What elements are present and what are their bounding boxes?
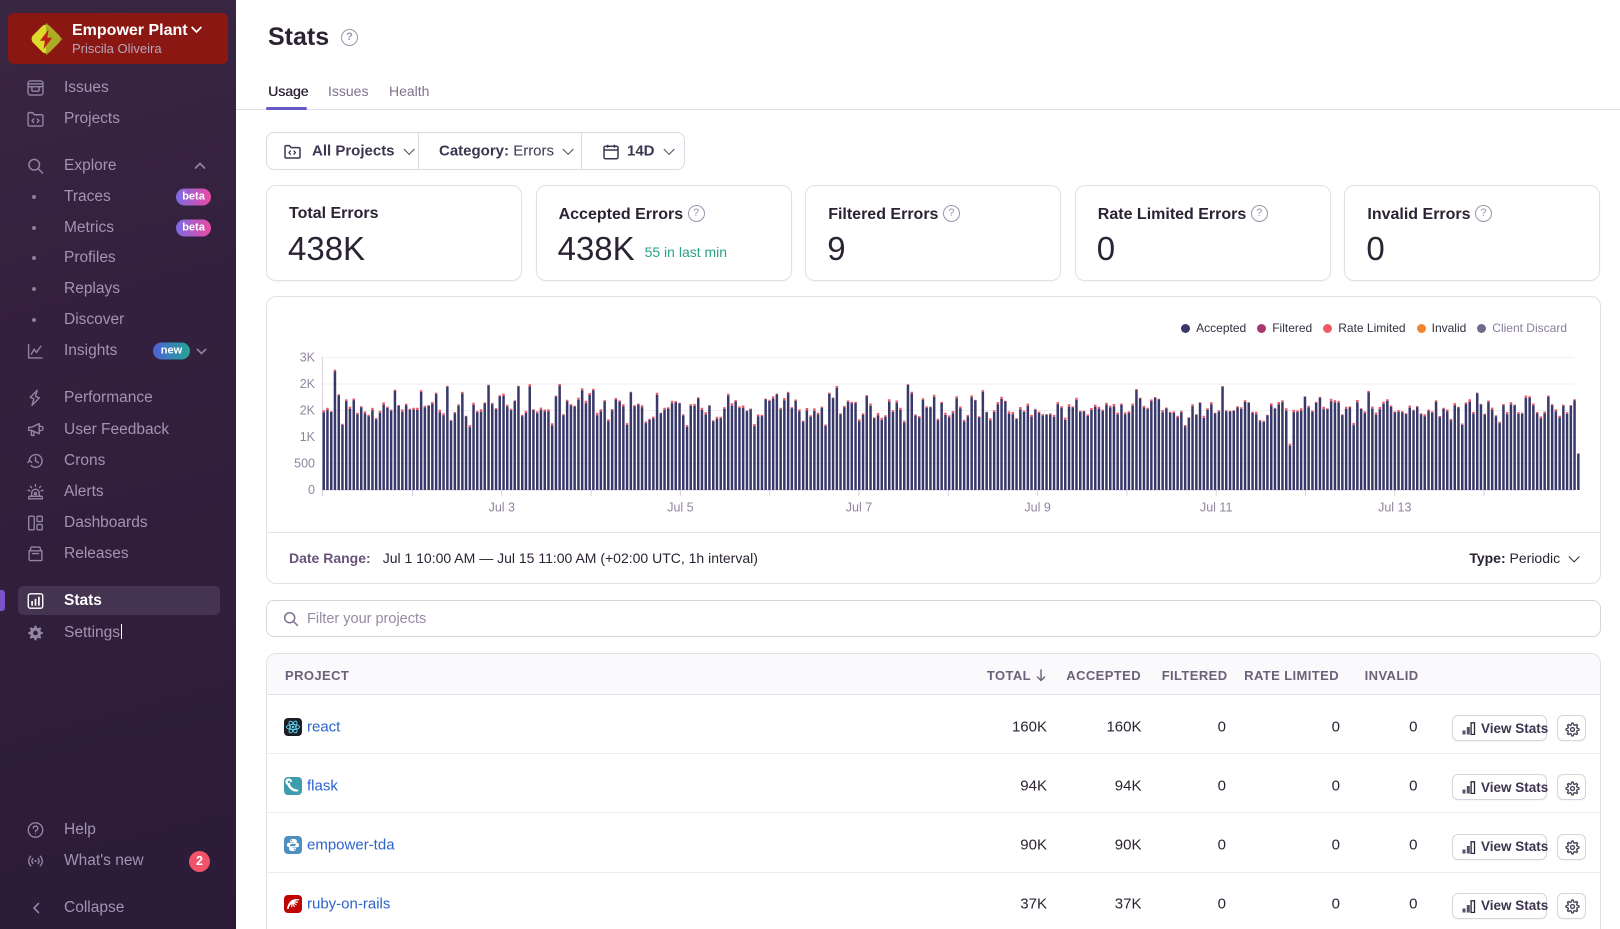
svg-text:Jul 7: Jul 7 [846, 501, 872, 515]
svg-text:Jul 13: Jul 13 [1378, 501, 1411, 515]
svg-text:Jul 11: Jul 11 [1200, 501, 1232, 515]
svg-text:Jul 5: Jul 5 [667, 501, 693, 515]
svg-text:500: 500 [294, 457, 315, 471]
svg-text:2K: 2K [300, 377, 316, 391]
svg-text:Jul 3: Jul 3 [489, 501, 515, 515]
svg-text:Jul 9: Jul 9 [1024, 501, 1050, 515]
svg-text:2K: 2K [300, 404, 316, 418]
svg-text:3K: 3K [300, 351, 316, 365]
svg-text:1K: 1K [300, 430, 316, 444]
svg-text:0: 0 [308, 483, 315, 497]
